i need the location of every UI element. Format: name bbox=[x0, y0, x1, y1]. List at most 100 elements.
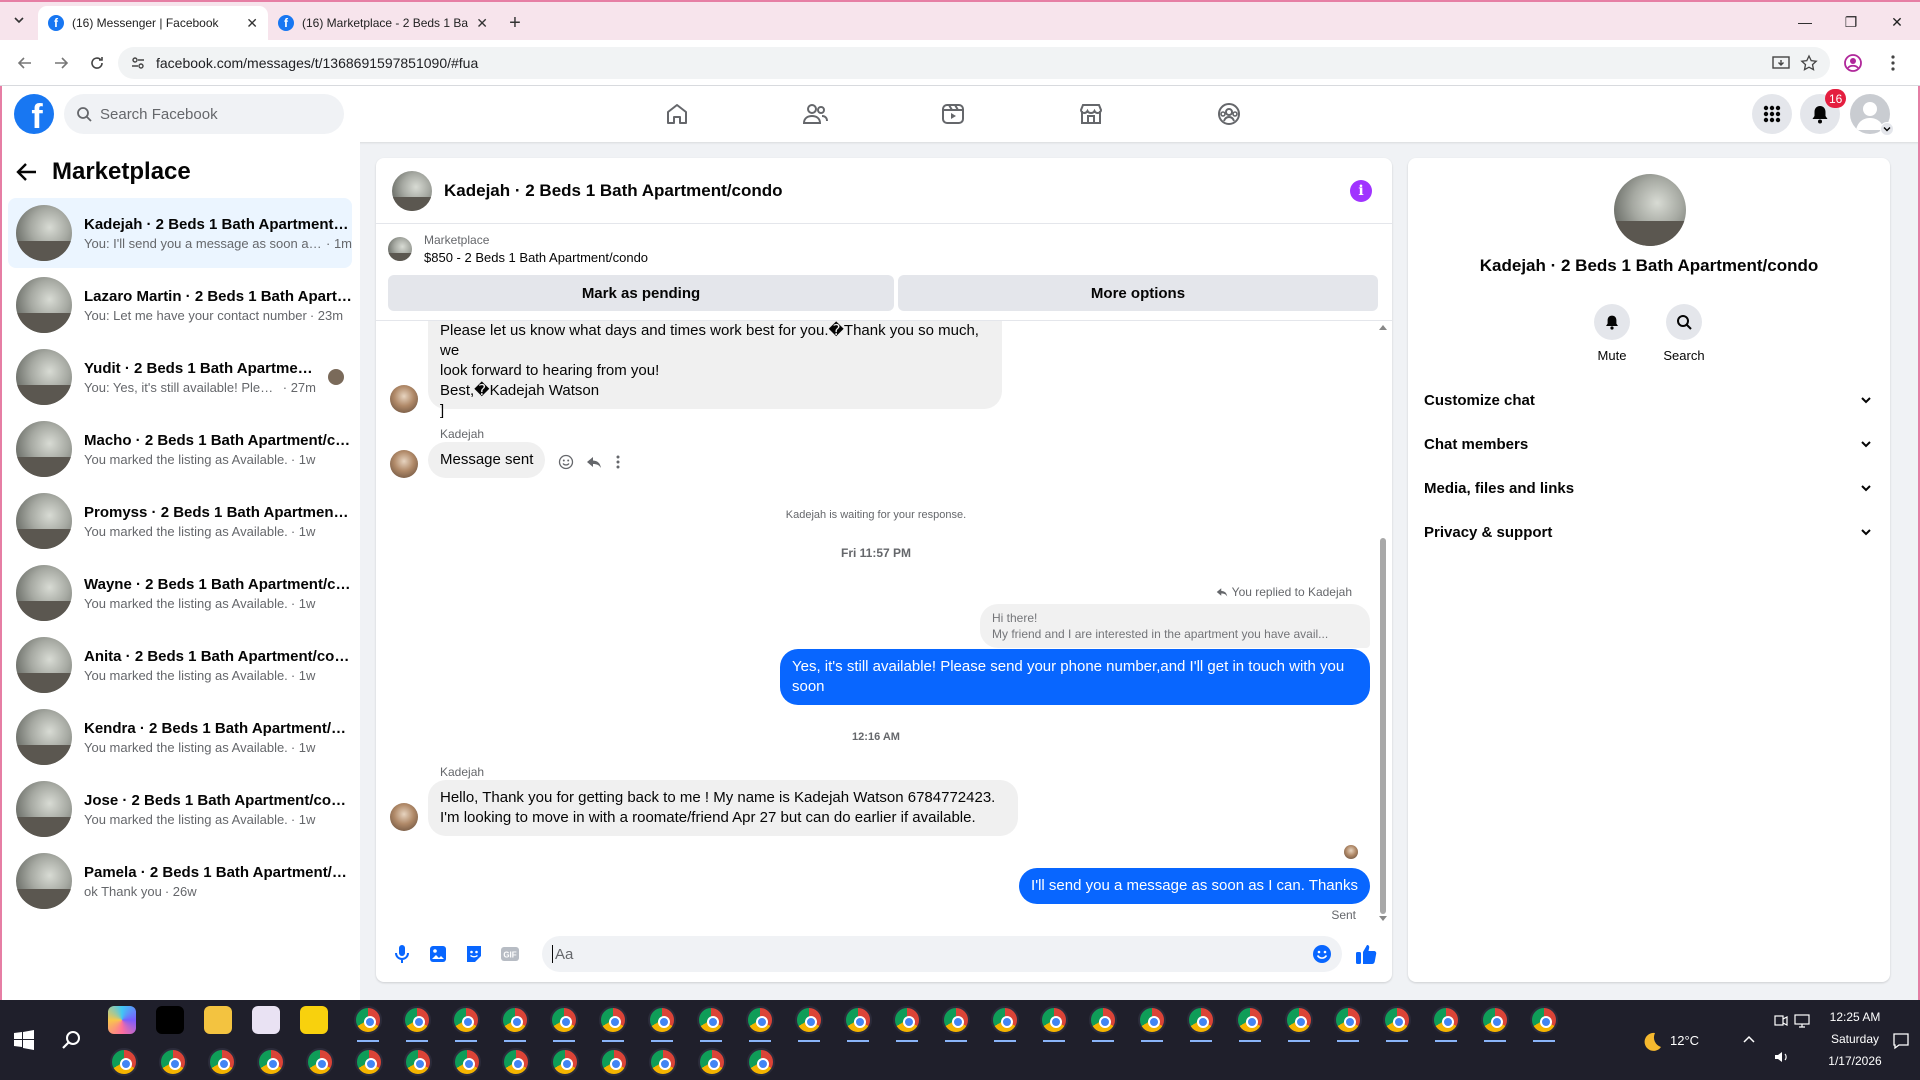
chrome-window-icon[interactable] bbox=[648, 1006, 676, 1034]
chrome-window-icon[interactable] bbox=[1040, 1006, 1068, 1034]
chrome-window-icon[interactable] bbox=[599, 1006, 627, 1034]
conversation-item[interactable]: Lazaro Martin · 2 Beds 1 Bath Apartment/… bbox=[8, 270, 352, 340]
sender-avatar[interactable] bbox=[390, 803, 418, 831]
pinned-app-icon[interactable] bbox=[108, 1006, 136, 1034]
conversation-item[interactable]: Kadejah · 2 Beds 1 Bath Apartment/condo Y… bbox=[8, 198, 352, 268]
chrome-window-icon[interactable] bbox=[551, 1048, 579, 1076]
mute-button[interactable]: Mute bbox=[1582, 304, 1642, 363]
back-button[interactable] bbox=[10, 48, 40, 78]
thread-scrollbar[interactable] bbox=[1378, 320, 1388, 926]
attach-photo-button[interactable] bbox=[426, 942, 450, 966]
network-icon[interactable] bbox=[1794, 1014, 1810, 1028]
volume-icon[interactable] bbox=[1774, 1050, 1790, 1064]
chrome-window-icon[interactable] bbox=[403, 1006, 431, 1034]
notification-center-icon[interactable] bbox=[1892, 1032, 1910, 1050]
chrome-window-icon[interactable] bbox=[404, 1048, 432, 1076]
chrome-window-icon[interactable] bbox=[1530, 1006, 1558, 1034]
chrome-window-icon[interactable] bbox=[893, 1006, 921, 1034]
sticker-button[interactable] bbox=[462, 942, 486, 966]
chrome-window-icon[interactable] bbox=[697, 1006, 725, 1034]
chrome-window-icon[interactable] bbox=[453, 1048, 481, 1076]
chrome-window-icon[interactable] bbox=[746, 1006, 774, 1034]
chrome-window-icon[interactable] bbox=[698, 1048, 726, 1076]
chrome-window-icon[interactable] bbox=[452, 1006, 480, 1034]
nav-gaming[interactable] bbox=[1174, 90, 1284, 138]
pinned-app-icon[interactable] bbox=[252, 1006, 280, 1034]
pinned-app-icon[interactable] bbox=[300, 1006, 328, 1034]
weather-temp[interactable]: 12°C bbox=[1670, 1033, 1699, 1048]
conversation-item[interactable]: Promyss · 2 Beds 1 Bath Apartment/condo Y… bbox=[8, 486, 352, 556]
meet-now-icon[interactable] bbox=[1774, 1014, 1788, 1028]
chrome-window-icon[interactable] bbox=[159, 1048, 187, 1076]
site-info-icon[interactable] bbox=[130, 55, 146, 71]
clock-date[interactable]: 1/17/2026 bbox=[1820, 1054, 1890, 1068]
chevron-up-icon[interactable] bbox=[1742, 1034, 1756, 1044]
reload-button[interactable] bbox=[82, 48, 112, 78]
chrome-window-icon[interactable] bbox=[991, 1006, 1019, 1034]
nav-marketplace[interactable] bbox=[1036, 90, 1146, 138]
chrome-window-icon[interactable] bbox=[844, 1006, 872, 1034]
chat-title[interactable]: Kadejah · 2 Beds 1 Bath Apartment/condo bbox=[444, 181, 1338, 201]
back-arrow-icon[interactable] bbox=[16, 161, 38, 183]
privacy-support-row[interactable]: Privacy & support bbox=[1416, 510, 1882, 554]
nav-video[interactable] bbox=[898, 90, 1008, 138]
voice-clip-button[interactable] bbox=[390, 942, 414, 966]
chrome-window-icon[interactable] bbox=[1285, 1006, 1313, 1034]
sender-avatar[interactable] bbox=[390, 385, 418, 413]
message-bubble-incoming[interactable]: Message sent bbox=[428, 442, 546, 478]
emoji-icon[interactable] bbox=[1312, 944, 1332, 964]
react-emoji-icon[interactable] bbox=[558, 454, 574, 470]
conversation-item[interactable]: Anita · 2 Beds 1 Bath Apartment/condo You… bbox=[8, 630, 352, 700]
message-bubble-incoming[interactable]: Please let us know what days and times w… bbox=[428, 321, 1002, 419]
info-icon[interactable]: i bbox=[1350, 179, 1372, 202]
forward-button[interactable] bbox=[46, 48, 76, 78]
close-tab-icon[interactable]: ✕ bbox=[246, 15, 258, 32]
gif-button[interactable]: GIF bbox=[498, 942, 522, 966]
profile-button[interactable] bbox=[1836, 48, 1870, 78]
chrome-window-icon[interactable] bbox=[1236, 1006, 1264, 1034]
chrome-window-icon[interactable] bbox=[1138, 1006, 1166, 1034]
search-facebook-input[interactable]: Search Facebook bbox=[64, 94, 344, 134]
menu-button[interactable] bbox=[1752, 94, 1792, 134]
listing-avatar[interactable] bbox=[392, 170, 432, 211]
chrome-window-icon[interactable] bbox=[208, 1048, 236, 1076]
chrome-window-icon[interactable] bbox=[1432, 1006, 1460, 1034]
chrome-window-icon[interactable] bbox=[257, 1048, 285, 1076]
chrome-window-icon[interactable] bbox=[942, 1006, 970, 1034]
message-input[interactable]: Aa bbox=[542, 936, 1342, 972]
chrome-window-icon[interactable] bbox=[747, 1048, 775, 1076]
pinned-app-icon[interactable] bbox=[204, 1006, 232, 1034]
chrome-window-icon[interactable] bbox=[1383, 1006, 1411, 1034]
conversation-item[interactable]: Macho · 2 Beds 1 Bath Apartment/condo You… bbox=[8, 414, 352, 484]
conversation-item[interactable]: Wayne · 2 Beds 1 Bath Apartment/condo You… bbox=[8, 558, 352, 628]
minimize-icon[interactable]: — bbox=[1782, 2, 1828, 42]
new-tab-button[interactable]: + bbox=[498, 6, 532, 40]
chrome-window-icon[interactable] bbox=[600, 1048, 628, 1076]
media-files-links-row[interactable]: Media, files and links bbox=[1416, 466, 1882, 510]
quoted-message[interactable]: Hi there! My friend and I are interested… bbox=[980, 604, 1370, 648]
close-tab-icon[interactable]: ✕ bbox=[476, 15, 488, 32]
chrome-window-icon[interactable] bbox=[1089, 1006, 1117, 1034]
conversation-item[interactable]: Jose · 2 Beds 1 Bath Apartment/condo You … bbox=[8, 774, 352, 844]
chrome-window-icon[interactable] bbox=[306, 1048, 334, 1076]
chrome-window-icon[interactable] bbox=[110, 1048, 138, 1076]
message-bubble-incoming[interactable]: Hello, Thank you for getting back to me … bbox=[428, 780, 1018, 836]
reply-icon[interactable] bbox=[586, 454, 602, 470]
search-icon[interactable] bbox=[62, 1030, 82, 1050]
chrome-window-icon[interactable] bbox=[1481, 1006, 1509, 1034]
conversation-item[interactable]: Yudit · 2 Beds 1 Bath Apartment/condo You… bbox=[8, 342, 352, 412]
bookmark-star-icon[interactable] bbox=[1800, 53, 1818, 72]
more-actions-icon[interactable] bbox=[616, 454, 620, 470]
chrome-window-icon[interactable] bbox=[649, 1048, 677, 1076]
mark-as-pending-button[interactable]: Mark as pending bbox=[388, 275, 894, 311]
facebook-logo[interactable]: f bbox=[14, 94, 54, 134]
chrome-window-icon[interactable] bbox=[1334, 1006, 1362, 1034]
search-in-conversation-button[interactable]: Search bbox=[1654, 304, 1714, 363]
browser-tab-marketplace[interactable]: f (16) Marketplace - 2 Beds 1 Bat ✕ bbox=[268, 6, 498, 40]
account-chevron-icon[interactable] bbox=[1880, 122, 1894, 136]
browser-tab-messenger[interactable]: f (16) Messenger | Facebook ✕ bbox=[38, 6, 268, 40]
restore-icon[interactable]: ❐ bbox=[1828, 2, 1874, 42]
message-bubble-outgoing[interactable]: Yes, it's still available! Please send y… bbox=[780, 649, 1370, 705]
more-options-button[interactable]: More options bbox=[898, 275, 1378, 311]
nav-friends[interactable] bbox=[760, 90, 870, 138]
